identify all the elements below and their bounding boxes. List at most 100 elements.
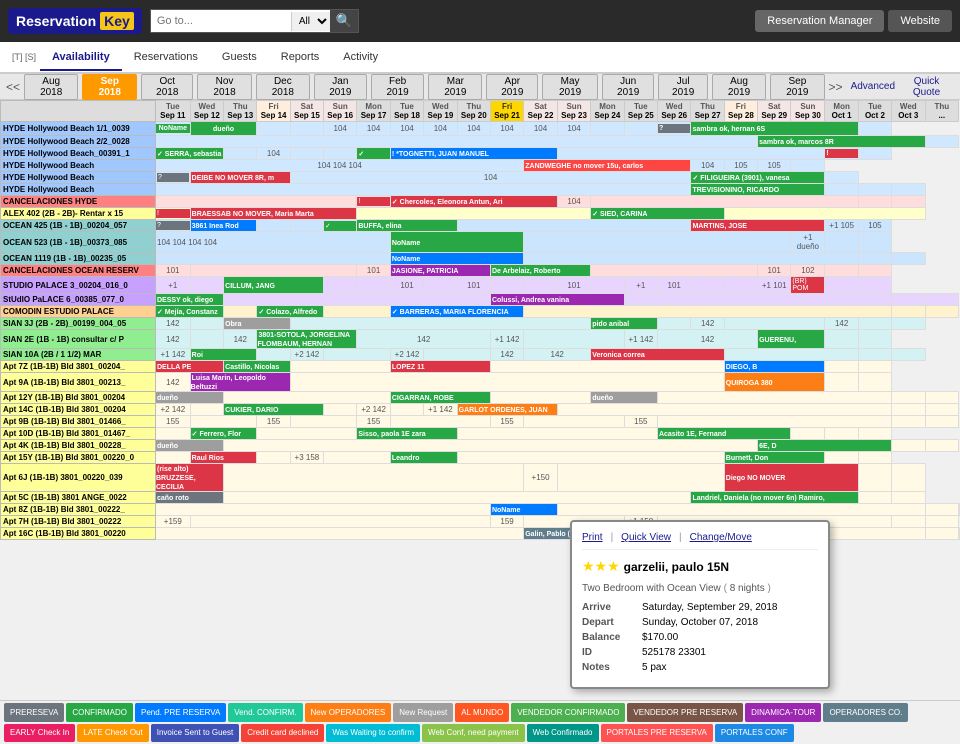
date-header-sep13: ThuSep 13 [224,101,257,122]
date-header-oct2: TueOct 2 [858,101,891,122]
table-row[interactable]: OCEAN 523 (1B - 1B)_00373_085 104 104 10… [1,232,960,253]
table-row[interactable]: SIAN 2E (1B - 1B) consultar c/ P 142 142… [1,330,960,349]
search-input[interactable] [151,12,291,30]
table-row[interactable]: STUDIO PALACE 3_00204_016_0 +1 CILLUM, J… [1,277,960,294]
table-row[interactable]: SIAN 10A (2B / 1 1/2) MAR +1 142 Roi +2 … [1,349,960,361]
table-row[interactable]: HYDE Hollywood Beach 2/2_0028 sambra ok,… [1,136,960,148]
popup-balance-row: Balance $170.00 [582,632,818,643]
advanced-button[interactable]: Advanced [851,81,895,92]
date-header-sep19: WedSep 19 [424,101,458,122]
month-may2019[interactable]: May 2019 [542,74,597,100]
tab-activity[interactable]: Activity [331,45,390,71]
table-row[interactable]: Apt 9B (1B-1B) Bld 3801_01466_ 155 155 1… [1,416,960,428]
date-header-more: Thu... [925,101,958,122]
tab-reservations[interactable]: Reservations [122,45,210,71]
next-arrow[interactable]: >> [829,80,843,94]
popup-notes-row: Notes 5 pax [582,662,818,673]
month-mar2019[interactable]: Mar 2019 [428,74,482,100]
table-row[interactable]: StUdIO PaLACE 6_00385_077_0 DESSY ok, di… [1,294,960,306]
table-row[interactable]: Apt 7Z (1B-1B) Bld 3801_00204_ DELLA PE … [1,361,960,373]
month-feb2019[interactable]: Feb 2019 [371,74,425,100]
table-row[interactable]: Apt 12Y (1B-1B) Bld 3801_00204 dueño CIG… [1,392,960,404]
room-name: COMODIN ESTUDIO PALACE [1,306,156,318]
legend-early-checkin: EARLY Check In [4,724,75,743]
table-row[interactable]: Apt 10D (1B-1B) Bld 3801_01467_ ✓ Ferrer… [1,428,960,440]
reservation-popup: Print | Quick View | Change/Move ★★★ gar… [570,520,830,689]
month-jan2019[interactable]: Jan 2019 [314,74,367,100]
month-oct2018[interactable]: Oct 2018 [141,74,193,100]
table-row[interactable]: ALEX 402 (2B - 2B)- Rentar x 15 ! BRAESS… [1,208,960,220]
room-name: Apt 16C (1B-1B) Bld 3801_00220 [1,528,156,540]
tab-guests[interactable]: Guests [210,45,269,71]
table-row[interactable]: HYDE Hollywood Beach_00391_1 ✓ SERRA, se… [1,148,960,160]
room-name: OCEAN 425 (1B - 1B)_00204_057 [1,220,156,232]
room-name: Apt 9B (1B-1B) Bld 3801_01466_ [1,416,156,428]
popup-change-move-link[interactable]: Change/Move [690,532,752,543]
website-button[interactable]: Website [888,10,952,32]
table-row[interactable]: OCEAN 425 (1B - 1B)_00204_057 ? 3861 Ine… [1,220,960,232]
month-aug2019[interactable]: Aug 2019 [712,74,766,100]
date-header-sep15: SatSep 15 [290,101,323,122]
room-name: ALEX 402 (2B - 2B)- Rentar x 15 [1,208,156,220]
table-row[interactable]: HYDE Hollywood Beach 1/1_0039 NoName due… [1,122,960,136]
table-row[interactable]: Apt 5C (1B-1B) 3801 ANGE_0022 caño roto … [1,492,960,504]
room-name: HYDE Hollywood Beach [1,184,156,196]
date-header-sep20: ThuSep 20 [457,101,490,122]
table-row[interactable]: SIAN 3J (2B - 2B)_00199_004_05 142 Obra … [1,318,960,330]
tab-reports[interactable]: Reports [269,45,332,71]
table-row[interactable]: Apt 4K (1B-1B) Bld 3801_00228_ dueño 6E,… [1,440,960,452]
room-name: HYDE Hollywood Beach [1,172,156,184]
popup-room-type: Two Bedroom with Ocean View ( 8 nights ) [582,583,818,594]
table-row[interactable]: Apt 15Y (1B-1B) Bld 3801_00220_0 Raul Ri… [1,452,960,464]
tab-availability[interactable]: Availability [40,45,122,71]
month-jun2019[interactable]: Jun 2019 [602,74,655,100]
month-aug2018[interactable]: Aug 2018 [24,74,78,100]
room-name: Apt 12Y (1B-1B) Bld 3801_00204 [1,392,156,404]
nav-indicators: [T] [S] [8,48,40,66]
search-button[interactable]: 🔍 [330,10,359,32]
popup-quick-view-link[interactable]: Quick View [621,532,671,543]
table-row[interactable]: HYDE Hollywood Beach 104 104 104 ZANDWEG… [1,160,960,172]
table-row[interactable]: Apt 8Z (1B-1B) Bld 3801_00222_ NoName [1,504,960,516]
month-nav: << Aug 2018 Sep 2018 Oct 2018 Nov 2018 D… [0,74,960,100]
date-header-oct1: MonOct 1 [825,101,858,122]
table-row[interactable]: Apt 9A (1B-1B) Bld 3801_00213_ 142 Luisa… [1,373,960,392]
room-name: Apt 5C (1B-1B) 3801 ANGE_0022 [1,492,156,504]
table-row[interactable]: OCEAN 1119 (1B - 1B)_00235_05 NoName [1,253,960,265]
table-row[interactable]: HYDE Hollywood Beach TREVISIONINO, RICAR… [1,184,960,196]
table-row[interactable]: Apt 6J (1B-1B) 3801_00220_039 (rise alto… [1,464,960,492]
popup-print-link[interactable]: Print [582,532,603,543]
month-dec2018[interactable]: Dec 2018 [256,74,310,100]
table-row[interactable]: Apt 14C (1B-1B) Bld 3801_00204 +2 142 CU… [1,404,960,416]
room-col-header [1,101,156,122]
popup-arrive-row: Arrive Saturday, September 29, 2018 [582,602,818,613]
month-jul2019[interactable]: Jul 2019 [658,74,707,100]
month-nov2018[interactable]: Nov 2018 [197,74,251,100]
table-row[interactable]: CANCELACIONES OCEAN RESERV 101 101 JASIO… [1,265,960,277]
room-name: OCEAN 1119 (1B - 1B)_00235_05 [1,253,156,265]
date-header-sep16: SunSep 16 [324,101,357,122]
legend: PRERESEVA CONFIRMADO Pend. PRE RESERVA V… [0,700,960,744]
prev-arrow[interactable]: << [6,80,20,94]
month-sep2019[interactable]: Sep 2019 [770,74,824,100]
search-scope-select[interactable]: All [291,12,330,31]
date-header-oct3: WedOct 3 [892,101,926,122]
reservation-manager-button[interactable]: Reservation Manager [755,10,884,32]
legend-waiting-confirm: Was Waiting to confirm [326,724,420,743]
date-header-sep12: WedSep 12 [190,101,224,122]
popup-id-row: ID 525178 23301 [582,647,818,658]
month-apr2019[interactable]: Apr 2019 [486,74,538,100]
quick-quote-button[interactable]: Quick Quote [899,76,954,98]
date-header-sep17: MonSep 17 [357,101,390,122]
table-row[interactable]: CANCELACIONES HYDE ! ✓ Chercoles, Eleono… [1,196,960,208]
table-row[interactable]: COMODIN ESTUDIO PALACE ✓ Mejía, Constanz… [1,306,960,318]
date-header-sep18: TueSep 18 [390,101,423,122]
nav-tabs: [T] [S] Availability Reservations Guests… [0,42,960,74]
date-header-sep30: SunSep 30 [791,101,825,122]
month-sep2018[interactable]: Sep 2018 [82,74,137,100]
legend-new-request: New Request [393,703,453,722]
table-row[interactable]: HYDE Hollywood Beach ? DEIBE NO MOVER 8R… [1,172,960,184]
date-header-sep28: FriSep 28 [724,101,757,122]
header: Reservation Key All 🔍 Reservation Manage… [0,0,960,42]
legend-operadores: OPERADORES CO. [823,703,908,722]
